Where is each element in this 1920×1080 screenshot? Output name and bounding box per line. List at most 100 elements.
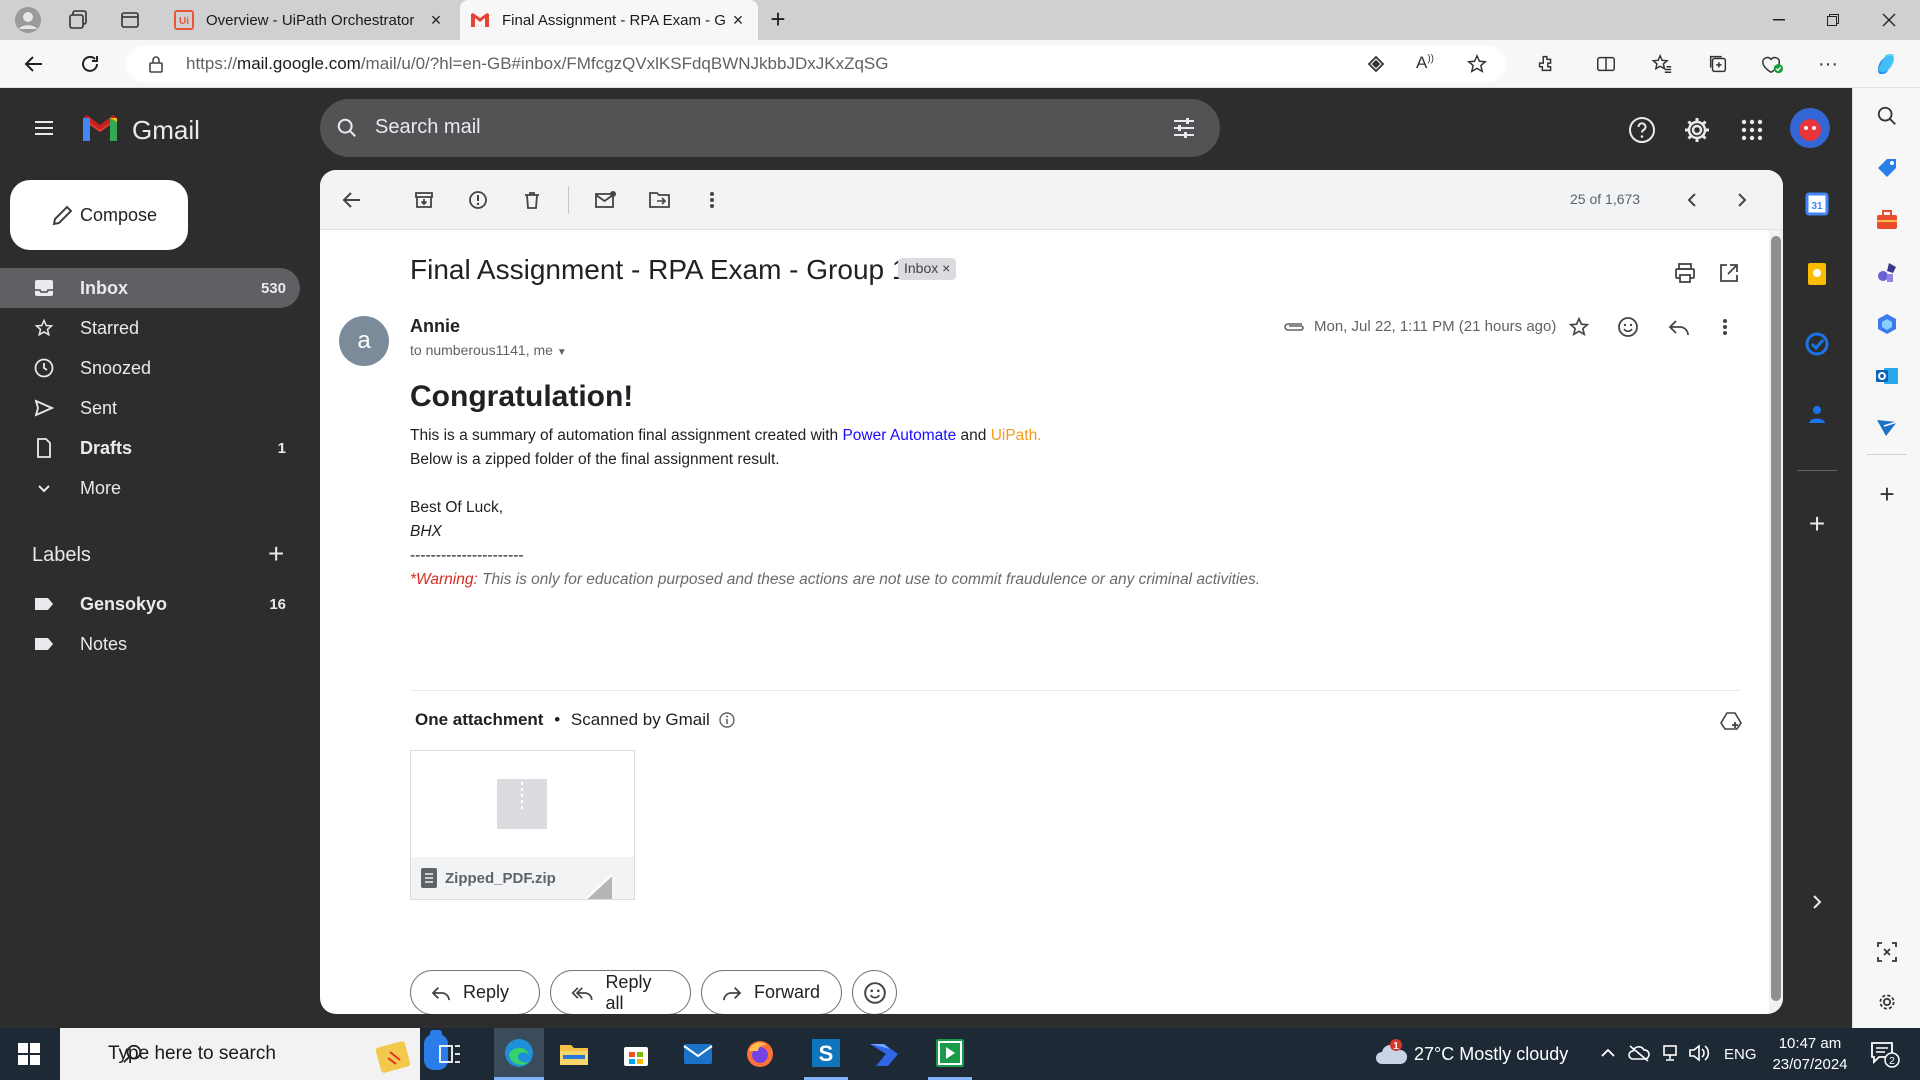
collections-icon[interactable] xyxy=(1702,48,1734,80)
inbox-label-chip[interactable]: Inbox × xyxy=(898,258,957,280)
send-drop-icon[interactable] xyxy=(1873,414,1901,442)
notifications-icon[interactable]: 2 xyxy=(1870,1040,1900,1068)
sidebar-settings-icon[interactable] xyxy=(1873,988,1901,1016)
extensions-icon[interactable] xyxy=(1530,48,1562,80)
print-icon[interactable] xyxy=(1674,262,1696,284)
weather-text[interactable]: 27°C Mostly cloudy xyxy=(1414,1044,1568,1065)
mail-app-icon[interactable] xyxy=(680,1036,716,1072)
power-automate-icon[interactable] xyxy=(866,1036,902,1072)
tools-briefcase-icon[interactable] xyxy=(1873,206,1901,234)
reply-icon[interactable] xyxy=(1668,318,1690,336)
screenshot-icon[interactable] xyxy=(1873,938,1901,966)
add-sidebar-app-icon[interactable]: + xyxy=(1873,480,1901,508)
sidebar-item-inbox[interactable]: Inbox 530 xyxy=(0,268,300,308)
power-automate-link[interactable]: Power Automate xyxy=(842,427,956,444)
older-chevron-icon[interactable] xyxy=(1730,188,1754,212)
help-icon[interactable] xyxy=(1628,116,1656,144)
windows-start-icon[interactable] xyxy=(18,1043,40,1065)
attachment-card[interactable]: Zipped_PDF.zip xyxy=(410,750,635,900)
reply-all-button[interactable]: Reply all xyxy=(550,970,691,1014)
move-to-icon[interactable] xyxy=(648,188,672,212)
workspaces-icon[interactable] xyxy=(66,8,90,32)
address-bar[interactable]: https://mail.google.com/mail/u/0/?hl=en-… xyxy=(126,46,1506,82)
back-icon[interactable] xyxy=(18,48,50,80)
uipath-assistant-icon[interactable] xyxy=(928,1028,972,1080)
report-spam-icon[interactable] xyxy=(466,188,490,212)
mark-unread-icon[interactable] xyxy=(594,188,618,212)
copilot-apps-icon[interactable] xyxy=(1873,310,1901,338)
uipath-link[interactable]: UiPath xyxy=(991,427,1038,444)
close-window-icon[interactable] xyxy=(1866,0,1912,40)
minimize-icon[interactable] xyxy=(1756,0,1802,40)
emoji-reaction-icon[interactable] xyxy=(1617,316,1639,338)
file-explorer-icon[interactable] xyxy=(556,1036,592,1072)
clock-time[interactable]: 10:47 am xyxy=(1774,1035,1846,1052)
weather-cloud-icon[interactable]: 1 xyxy=(1374,1038,1408,1068)
archive-icon[interactable] xyxy=(412,188,436,212)
scrollbar-thumb[interactable] xyxy=(1771,236,1781,1001)
search-icon[interactable] xyxy=(336,117,358,139)
star-message-icon[interactable] xyxy=(1568,316,1590,338)
more-options-icon[interactable] xyxy=(700,188,724,212)
cloud-sync-icon[interactable] xyxy=(1628,1044,1650,1062)
back-to-inbox-icon[interactable] xyxy=(340,188,364,212)
message-more-icon[interactable] xyxy=(1722,317,1728,337)
keep-icon[interactable] xyxy=(1803,260,1831,288)
emoji-react-button[interactable] xyxy=(852,970,897,1014)
forward-button[interactable]: Forward xyxy=(701,970,842,1014)
sidebar-item-sent[interactable]: Sent xyxy=(0,388,300,428)
tab-actions-icon[interactable] xyxy=(118,8,142,32)
search-options-icon[interactable] xyxy=(1172,117,1196,139)
favorites-icon[interactable] xyxy=(1646,48,1678,80)
close-icon[interactable]: × xyxy=(728,10,748,31)
settings-more-icon[interactable]: ··· xyxy=(1812,48,1844,80)
app-available-icon[interactable] xyxy=(1366,54,1386,74)
clock-date[interactable]: 23/07/2024 xyxy=(1768,1056,1852,1073)
add-addon-icon[interactable]: + xyxy=(1803,510,1831,538)
edge-search-icon[interactable] xyxy=(1873,102,1901,130)
tab-gmail[interactable]: Final Assignment - RPA Exam - G × xyxy=(460,0,758,40)
tab-uipath-orchestrator[interactable]: Ui Overview - UiPath Orchestrator × xyxy=(164,0,456,40)
create-label-icon[interactable]: + xyxy=(268,540,284,568)
shopping-tag-icon[interactable] xyxy=(1873,154,1901,182)
games-icon[interactable] xyxy=(1873,258,1901,286)
favorite-star-icon[interactable] xyxy=(1466,53,1488,75)
sidebar-item-snoozed[interactable]: Snoozed xyxy=(0,348,300,388)
lock-icon[interactable] xyxy=(148,55,164,73)
volume-icon[interactable] xyxy=(1688,1044,1710,1062)
label-item-notes[interactable]: Notes xyxy=(0,624,300,664)
sidebar-item-drafts[interactable]: Drafts 1 xyxy=(0,428,300,468)
microsoft-store-icon[interactable] xyxy=(618,1036,654,1072)
calendar-icon[interactable]: 31 xyxy=(1803,190,1831,218)
reply-button[interactable]: Reply xyxy=(410,970,540,1014)
refresh-icon[interactable] xyxy=(74,48,106,80)
open-new-window-icon[interactable] xyxy=(1718,262,1740,284)
copilot-icon[interactable] xyxy=(1870,48,1902,80)
main-menu-icon[interactable] xyxy=(32,116,56,140)
show-hidden-icons-chevron-icon[interactable] xyxy=(1600,1046,1616,1058)
task-view-icon[interactable] xyxy=(432,1036,468,1072)
sender-avatar[interactable]: a xyxy=(339,316,389,366)
tasks-icon[interactable] xyxy=(1803,330,1831,358)
recipients-line[interactable]: to numberous1141, me ▼ xyxy=(410,342,567,358)
show-details-icon[interactable]: ▼ xyxy=(557,347,567,358)
remove-label-icon[interactable]: × xyxy=(942,260,950,276)
settings-gear-icon[interactable] xyxy=(1683,116,1711,144)
outlook-icon[interactable] xyxy=(1873,362,1901,390)
language-indicator[interactable]: ENG xyxy=(1724,1046,1757,1063)
delete-icon[interactable] xyxy=(520,188,544,212)
contacts-icon[interactable] xyxy=(1803,400,1831,428)
gmail-brand[interactable]: Gmail xyxy=(132,115,200,146)
new-tab-icon[interactable]: + xyxy=(766,6,790,32)
taskbar-search-box[interactable]: Type here to search xyxy=(60,1028,448,1080)
close-icon[interactable]: × xyxy=(426,10,446,31)
browser-essentials-icon[interactable] xyxy=(1756,48,1788,80)
uipath-studio-icon[interactable]: S xyxy=(804,1028,848,1080)
read-aloud-icon[interactable]: A)) xyxy=(1416,53,1434,73)
message-scrollbar[interactable] xyxy=(1769,230,1783,1014)
sidebar-item-starred[interactable]: Starred xyxy=(0,308,300,348)
sender-name[interactable]: Annie xyxy=(410,316,460,337)
profile-icon[interactable] xyxy=(14,6,42,34)
newer-chevron-icon[interactable] xyxy=(1680,188,1704,212)
sidebar-item-more[interactable]: More xyxy=(0,468,300,508)
